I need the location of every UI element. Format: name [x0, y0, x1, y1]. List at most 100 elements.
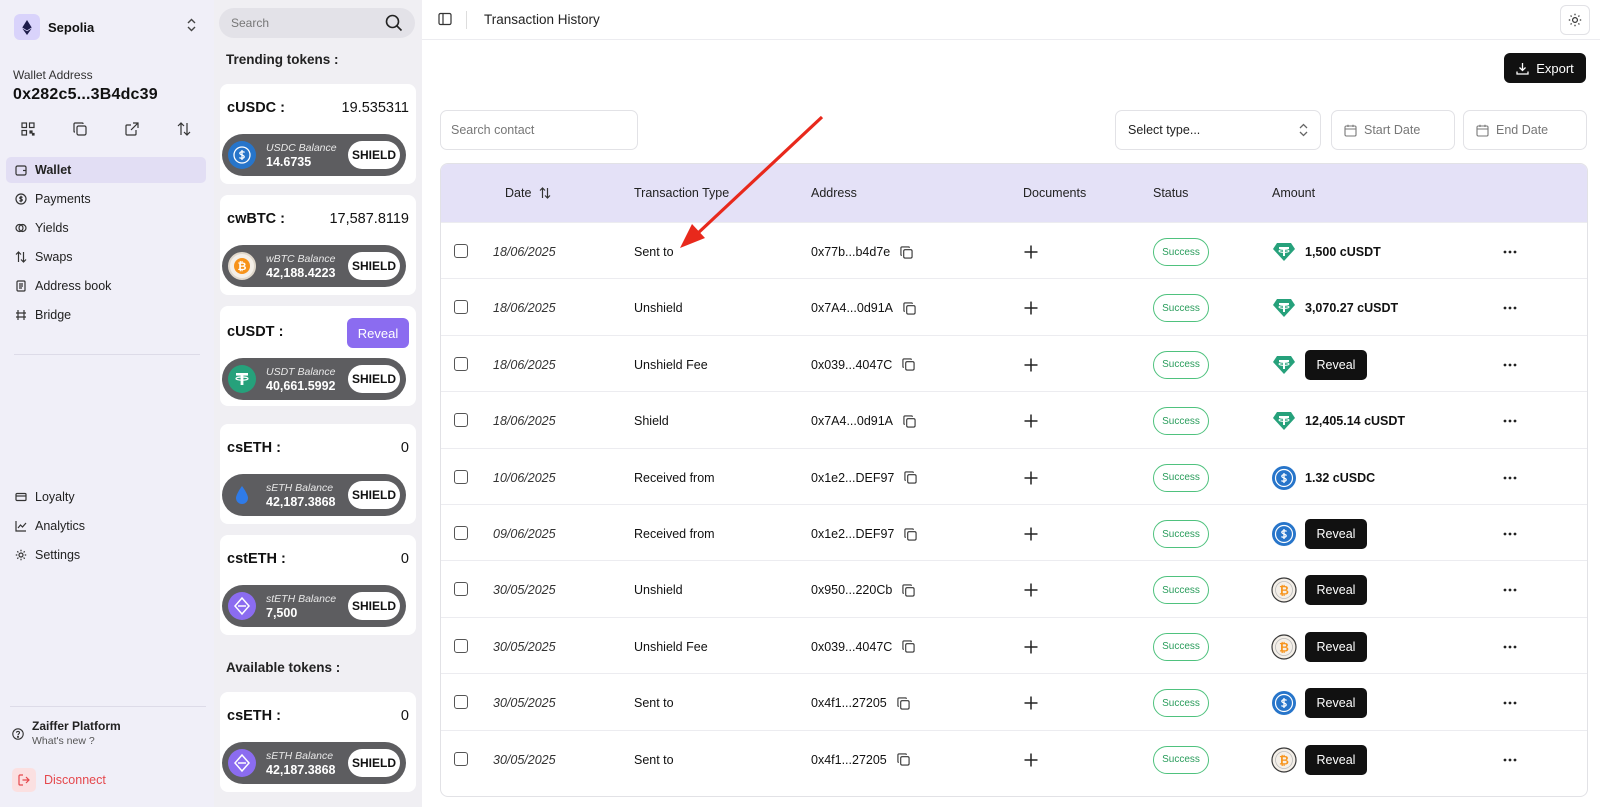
start-date-picker[interactable]: Start Date [1331, 110, 1455, 150]
row-date: 18/06/2025 [493, 357, 556, 372]
row-transaction-type: Unshield Fee [634, 639, 708, 654]
shield-button[interactable]: SHIELD [348, 365, 400, 393]
add-document-icon[interactable] [1021, 580, 1041, 600]
add-document-icon[interactable] [1021, 637, 1041, 657]
token-card-csteth: cstETH : 0 stETH Balance 7,500 SHIELD [220, 535, 416, 635]
add-document-icon[interactable] [1021, 411, 1041, 431]
more-options-icon[interactable] [1501, 638, 1519, 656]
usdc-icon [1271, 521, 1297, 547]
qr-code-icon[interactable] [18, 120, 38, 138]
reveal-amount-button[interactable]: Reveal [1305, 688, 1367, 719]
shield-button[interactable]: SHIELD [348, 481, 400, 509]
nav-wallet[interactable]: Wallet [6, 157, 206, 183]
page-title: Transaction History [484, 12, 600, 27]
add-document-icon[interactable] [1021, 468, 1041, 488]
row-checkbox[interactable] [454, 244, 468, 258]
copy-icon[interactable] [900, 245, 913, 259]
copy-icon[interactable] [904, 527, 918, 541]
nav-settings[interactable]: Settings [6, 542, 206, 568]
more-options-icon[interactable] [1501, 525, 1519, 543]
more-options-icon[interactable] [1501, 694, 1519, 712]
more-options-icon[interactable] [1501, 299, 1519, 317]
add-document-icon[interactable] [1021, 750, 1041, 770]
end-date-picker[interactable]: End Date [1463, 110, 1587, 150]
select-type-dropdown[interactable]: Select type... [1115, 110, 1321, 150]
row-checkbox[interactable] [454, 582, 468, 597]
copy-icon[interactable] [897, 697, 910, 710]
nav-loyalty[interactable]: Loyalty [6, 484, 206, 510]
add-document-icon[interactable] [1021, 298, 1041, 318]
shield-button[interactable]: SHIELD [348, 592, 400, 620]
copy-icon[interactable] [70, 120, 90, 138]
nav-payments[interactable]: Payments [6, 186, 206, 212]
reveal-amount-button[interactable]: Reveal [1305, 349, 1367, 380]
copy-icon[interactable] [897, 753, 910, 766]
copy-icon[interactable] [902, 584, 915, 597]
reveal-amount-button[interactable]: Reveal [1305, 519, 1367, 549]
token-card-cwbtc: cwBTC : 17,587.8119 ₿ wBTC Balance 42,18… [220, 195, 416, 295]
transfer-icon[interactable] [174, 120, 194, 138]
shield-button[interactable]: SHIELD [348, 749, 400, 777]
row-checkbox[interactable] [454, 526, 468, 540]
search-contact-input[interactable] [440, 110, 638, 150]
row-date: 30/05/2025 [493, 639, 556, 654]
external-link-icon[interactable] [122, 120, 142, 138]
reveal-amount-button[interactable]: Reveal [1305, 631, 1367, 662]
row-checkbox[interactable] [454, 751, 468, 766]
row-checkbox[interactable] [454, 413, 468, 428]
status-badge: Success [1153, 407, 1209, 436]
calendar-icon [1344, 124, 1357, 137]
row-address: 0x1e2...DEF97 [811, 527, 918, 541]
copy-icon[interactable] [903, 415, 916, 428]
calendar-icon [1476, 124, 1489, 137]
copy-icon[interactable] [902, 358, 915, 371]
reveal-amount-button[interactable]: Reveal [1305, 575, 1367, 606]
more-options-icon[interactable] [1501, 751, 1519, 769]
add-document-icon[interactable] [1021, 693, 1041, 713]
more-options-icon[interactable] [1501, 412, 1519, 430]
column-date[interactable]: Date [505, 186, 551, 200]
row-amount: 1.32 cUSDC [1271, 464, 1375, 492]
add-document-icon[interactable] [1021, 524, 1041, 544]
copy-icon[interactable] [904, 471, 918, 484]
balance-pill: USDT Balance 40,661.5992 SHIELD [222, 358, 406, 400]
row-checkbox[interactable] [454, 638, 468, 653]
network-selector[interactable]: Sepolia [14, 14, 200, 40]
address-text: 0x7A4...0d91A [811, 301, 894, 316]
nav-address-book[interactable]: Address book [6, 273, 206, 299]
nav-yields[interactable]: Yields [6, 215, 206, 241]
row-amount: 12,405.14 cUSDT [1271, 407, 1405, 435]
shield-button[interactable]: SHIELD [348, 252, 400, 280]
nav-bridge[interactable]: Bridge [6, 302, 206, 328]
theme-toggle-button[interactable] [1560, 5, 1590, 35]
copy-icon[interactable] [903, 302, 916, 315]
add-document-icon[interactable] [1021, 355, 1041, 375]
token-search[interactable] [219, 8, 415, 38]
more-options-icon[interactable] [1501, 469, 1519, 487]
export-button[interactable]: Export [1504, 53, 1586, 83]
nav-swaps[interactable]: Swaps [6, 244, 206, 270]
shield-button[interactable]: SHIELD [348, 141, 400, 169]
token-search-input[interactable] [231, 16, 381, 30]
row-address: 0x039...4047C [811, 358, 915, 372]
row-amount: Reveal [1271, 688, 1367, 719]
more-options-icon[interactable] [1501, 356, 1519, 374]
row-checkbox[interactable] [454, 695, 468, 710]
more-options-icon[interactable] [1501, 243, 1519, 261]
disconnect-button[interactable]: Disconnect [12, 768, 106, 792]
reveal-amount-button[interactable]: Reveal [1305, 744, 1367, 775]
copy-icon[interactable] [902, 640, 915, 653]
nav-analytics[interactable]: Analytics [6, 513, 206, 539]
row-transaction-type: Shield [634, 414, 669, 429]
row-checkbox[interactable] [454, 356, 468, 371]
sidebar-toggle-icon[interactable] [438, 12, 452, 31]
svg-text:₿: ₿ [1279, 753, 1289, 767]
row-checkbox[interactable] [454, 300, 468, 315]
ethereum-icon [14, 14, 40, 40]
platform-link[interactable]: Zaiffer Platform What's new ? [12, 719, 121, 747]
reveal-button[interactable]: Reveal [347, 318, 409, 348]
trending-title: Trending tokens : [226, 52, 339, 67]
more-options-icon[interactable] [1501, 581, 1519, 599]
row-checkbox[interactable] [454, 469, 468, 484]
add-document-icon[interactable] [1021, 242, 1041, 262]
